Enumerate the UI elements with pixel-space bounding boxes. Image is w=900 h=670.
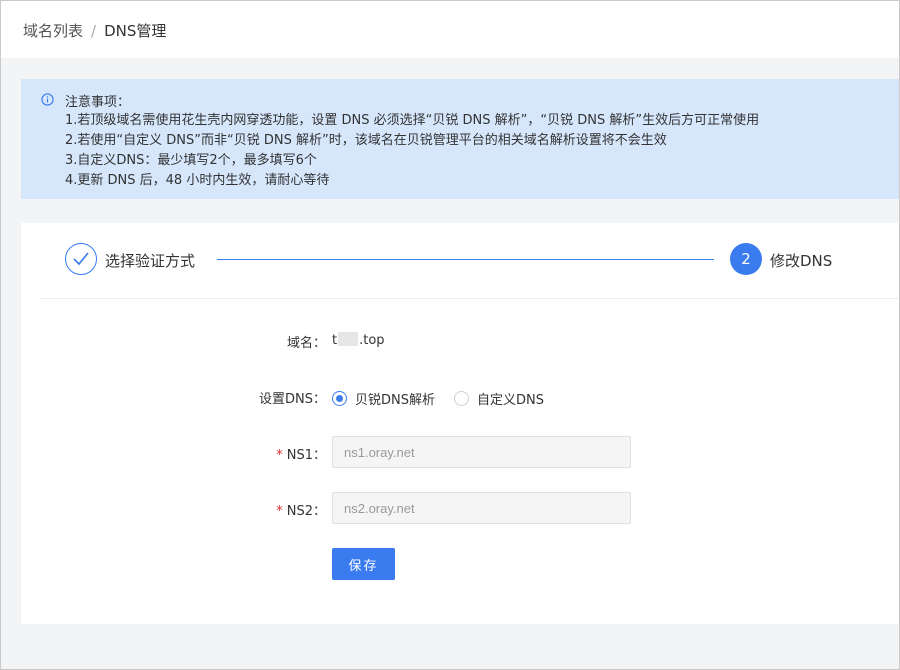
radio-dot[interactable] [332, 391, 347, 406]
ns1-input[interactable] [332, 436, 631, 468]
radio-dot[interactable] [454, 391, 469, 406]
radio-custom-dns[interactable]: 自定义DNS [454, 389, 544, 408]
steps-divider [40, 298, 899, 299]
radio-label[interactable]: 贝锐DNS解析 [355, 389, 435, 408]
step-connector [217, 259, 714, 260]
breadcrumb-domain-list[interactable]: 域名列表 [23, 20, 83, 41]
notice-line-1: 1.若顶级域名需使用花生壳内网穿透功能，设置 DNS 必须选择“贝锐 DNS 解… [65, 113, 760, 128]
domain-suffix: .top [359, 333, 385, 348]
notice-line-4: 4.更新 DNS 后，48 小时内生效，请耐心等待 [65, 173, 330, 188]
notice-line-2: 2.若使用“自定义 DNS”而非“贝锐 DNS 解析”时，该域名在贝锐管理平台的… [65, 133, 667, 148]
domain-mask [338, 332, 359, 346]
breadcrumb-separator: / [91, 21, 97, 40]
domain-label: 域名： [286, 336, 326, 351]
required-mark: * [276, 504, 283, 519]
breadcrumb: 域名列表 / DNS管理 [23, 20, 166, 41]
page-header: 域名列表 / DNS管理 [1, 1, 899, 58]
required-mark: * [276, 448, 283, 463]
notice-lines: 1.若顶级域名需使用花生壳内网穿透功能，设置 DNS 必须选择“贝锐 DNS 解… [65, 111, 759, 191]
notice-box: 注意事项： 1.若顶级域名需使用花生壳内网穿透功能，设置 DNS 必须选择“贝锐… [21, 79, 899, 199]
dns-label: 设置DNS： [259, 392, 326, 407]
save-button[interactable]: 保存 [332, 548, 395, 580]
domain-value: t .top [332, 332, 385, 348]
step1-label: 选择验证方式 [105, 252, 196, 270]
ns2-label: * NS2： [276, 504, 326, 519]
step1-check-icon [65, 243, 97, 275]
step2-number: 2 [730, 243, 762, 275]
radio-label[interactable]: 自定义DNS [477, 389, 544, 408]
notice-line-3: 3.自定义DNS：最少填写2个，最多填写6个 [65, 153, 317, 168]
steps-bar: 选择验证方式 2 修改DNS [21, 223, 899, 299]
domain-prefix: t [332, 333, 338, 348]
ns2-input[interactable] [332, 492, 631, 524]
dns-card: 选择验证方式 2 修改DNS 域名： t .top 设置DNS： 贝锐DNS解析 … [21, 223, 899, 624]
info-icon [41, 93, 54, 106]
breadcrumb-current: DNS管理 [104, 22, 167, 40]
notice-title: 注意事项： [65, 95, 131, 110]
step2-label: 修改DNS [770, 252, 833, 270]
ns1-label: * NS1： [276, 448, 326, 463]
radio-oray-dns[interactable]: 贝锐DNS解析 [332, 389, 435, 408]
